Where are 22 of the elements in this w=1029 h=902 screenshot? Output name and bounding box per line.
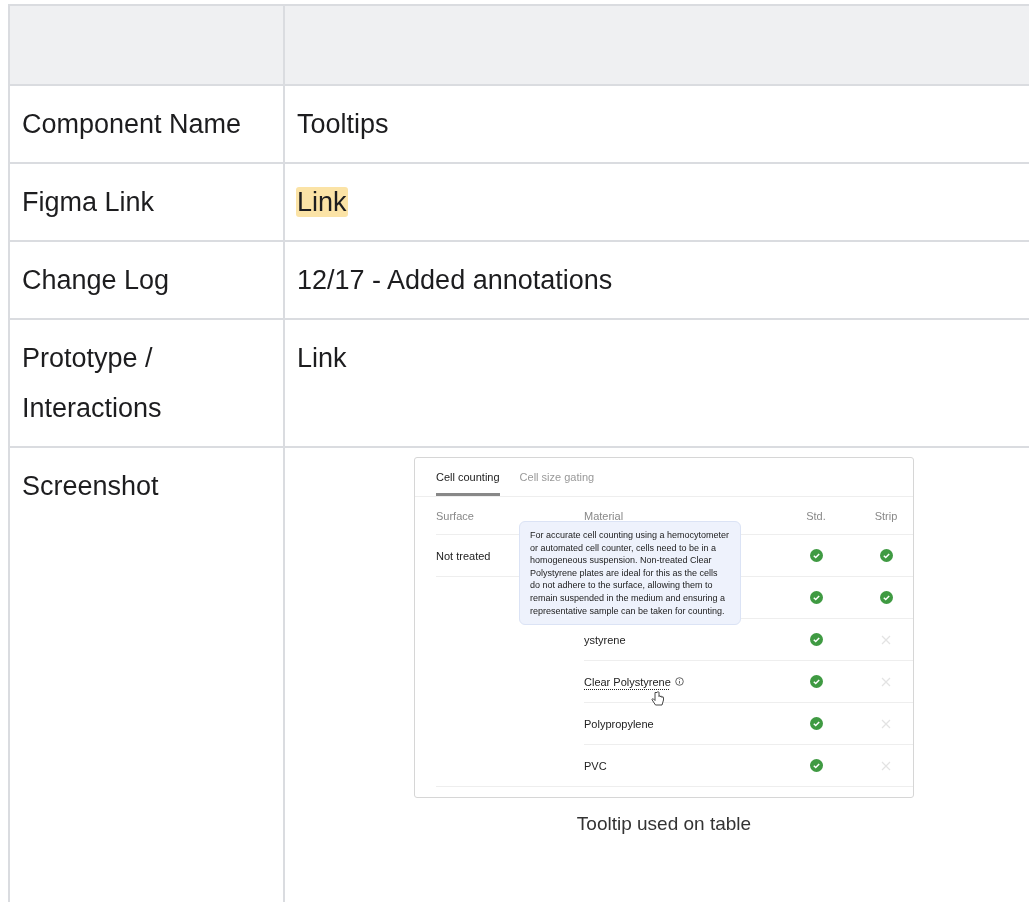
cell-value: Link	[297, 343, 347, 373]
cell-value: Tooltips	[297, 109, 389, 139]
tab[interactable]: Cell counting	[436, 470, 500, 496]
row-label: Screenshot	[22, 470, 160, 503]
hand-cursor-icon	[651, 691, 665, 707]
table-cell: PVC	[584, 758, 607, 773]
table-cell: Polypropylene	[584, 716, 654, 731]
image-caption: Tooltip used on table	[576, 812, 752, 836]
row-label: Component Name	[22, 108, 243, 141]
row-label: Figma Link	[22, 186, 156, 219]
column-header: Material	[584, 508, 624, 523]
cell-value: 12/17 - Added annotations	[297, 265, 613, 295]
row-label: Prototype / Interactions	[22, 342, 163, 425]
column-header: Std.	[806, 508, 826, 523]
table-cell: ystyrene	[584, 632, 626, 647]
table-cell: Clear Polystyrene	[584, 674, 671, 689]
table-cell: Not treated	[436, 548, 491, 563]
column-header: Strip	[874, 508, 898, 523]
tooltip: For accurate cell counting using a hemocytometer or automated cell counter, cells need to be in a homogeneous suspension. Non-treated Clear Polystyrene plates are ideal for this as the cells do not adhere to the surface, allowing them to remain suspended in the medium and ensuring a representative sample can be taken for counting.	[519, 521, 741, 626]
row-label: Change Log	[22, 264, 171, 297]
column-header: Surface	[436, 508, 474, 523]
cell-value: Link	[296, 187, 348, 217]
